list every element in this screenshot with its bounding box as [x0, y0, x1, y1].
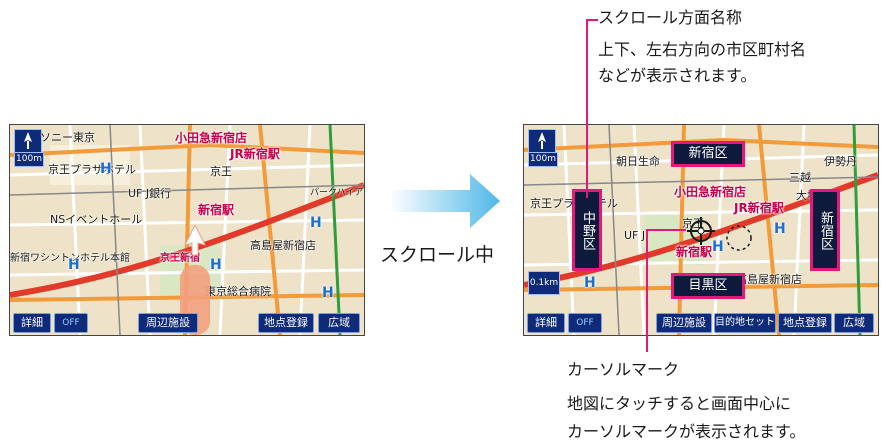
leader-line-scroll-tick [586, 19, 598, 21]
map-label: 新宿駅 [198, 203, 235, 217]
map-label: 小田急新宿店 [175, 131, 248, 145]
hospital-icon: H [774, 221, 786, 237]
map-label: 朝日生命 [616, 155, 660, 168]
cursor-mark-icon [687, 217, 715, 245]
map-label: 高島屋新宿店 [736, 273, 802, 286]
map-toolbar: 詳細 OFF 周辺施設 目的地セット 地点登録 広域 [524, 311, 878, 335]
map-label: ソニー東京 [40, 131, 95, 144]
map-screen-scrolling: 100m 0.1km 朝日生命 京王プラザホテル UF J 高島屋新宿店 伊勢丹… [523, 124, 879, 336]
compass-icon[interactable] [14, 129, 42, 153]
map-label: NSイベントホール [50, 213, 143, 226]
map-label: 小田急新宿店 [674, 185, 747, 199]
leader-line-scroll [586, 20, 588, 198]
scroll-direction-bottom: 目黒区 [671, 273, 745, 299]
wide-area-button[interactable]: 広域 [318, 313, 360, 333]
off-button[interactable]: OFF [568, 313, 602, 333]
map-scale: 100m [528, 152, 558, 167]
map-label: 京王プラザホテル [48, 163, 136, 176]
hospital-icon: H [322, 285, 334, 301]
map-label: パークハイアット東京 [310, 188, 364, 198]
scroll-name-title: スクロール方面名称 [598, 8, 743, 27]
register-location-button[interactable]: 地点登録 [258, 313, 314, 333]
map-label: 京王 [210, 165, 232, 178]
hospital-icon: H [68, 257, 80, 273]
map-screen-before-scroll: 100m ソニー東京 京王プラザホテル UF J銀行 京王 NSイベントホール … [9, 124, 365, 336]
set-destination-button[interactable]: 目的地セット [714, 313, 776, 333]
nearby-facilities-button[interactable]: 周辺施設 [656, 313, 712, 333]
map-label: 新宿駅 [676, 245, 713, 259]
off-button[interactable]: OFF [54, 313, 88, 333]
scroll-name-description-2: などが表示されます。 [598, 66, 757, 85]
scroll-direction-right: 新宿区 [810, 189, 840, 271]
leader-line-scroll-lower [586, 120, 588, 140]
map-label: 高島屋新宿店 [250, 239, 316, 252]
map-label: 三越 [789, 171, 811, 184]
map-label: JR新宿駅 [230, 147, 280, 161]
register-location-button[interactable]: 地点登録 [778, 313, 832, 333]
map-toolbar: 詳細 OFF 周辺施設 地点登録 広域 [10, 311, 364, 335]
map-label: JR新宿駅 [734, 201, 784, 215]
hospital-icon: H [100, 161, 112, 177]
cursor-mark-description-1: 地図にタッチすると画面中心に [567, 394, 792, 413]
leader-line-cursor-tick [646, 229, 686, 231]
detail-button[interactable]: 詳細 [527, 313, 565, 333]
wide-area-button[interactable]: 広域 [834, 313, 874, 333]
map-label: UF J銀行 [128, 187, 172, 200]
map-scale: 100m [14, 152, 44, 167]
cursor-mark-description-2: カーソルマークが表示されます。 [567, 422, 806, 441]
compass-icon[interactable] [528, 129, 556, 153]
map-label: UF J [624, 229, 646, 242]
hospital-icon: H [584, 275, 596, 291]
scroll-name-description-1: 上下、左右方向の市区町村名 [598, 40, 807, 59]
detail-button[interactable]: 詳細 [13, 313, 51, 333]
nearby-facilities-button[interactable]: 周辺施設 [138, 313, 198, 333]
scrolling-label: スクロール中 [380, 244, 495, 266]
scale-small: 0.1km [528, 271, 560, 295]
dashed-circle-icon [726, 225, 752, 251]
scroll-arrow-icon [390, 174, 500, 228]
hospital-icon: H [310, 215, 322, 231]
leader-line-cursor [646, 230, 648, 352]
scroll-direction-left: 中野区 [572, 189, 602, 271]
map-label: 伊勢丹 [824, 155, 857, 168]
cursor-mark-title: カーソルマーク [567, 360, 680, 379]
scroll-direction-top: 新宿区 [671, 141, 745, 167]
